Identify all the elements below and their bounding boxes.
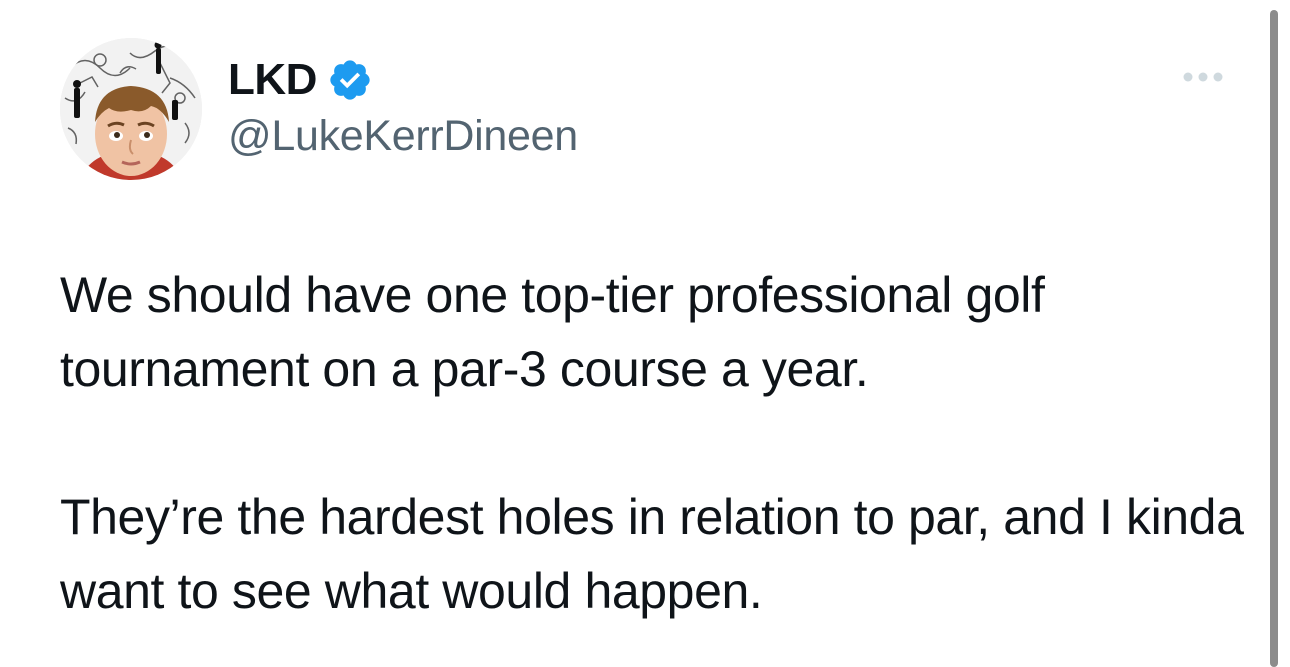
scrollbar[interactable] [1270,10,1278,667]
tweet-paragraph: They’re the hardest holes in relation to… [60,489,1244,619]
author-handle[interactable]: @LukeKerrDineen [228,112,578,161]
author-name-row: LKD [228,52,373,108]
tweet-text: We should have one top-tier professional… [60,258,1250,628]
avatar[interactable] [60,38,202,180]
avatar-photo [60,38,202,180]
more-options-icon[interactable] [1180,60,1226,94]
tweet-paragraph: We should have one top-tier professional… [60,267,1045,397]
tweet-card: LKD @LukeKerrDineen We should have one t… [0,0,1290,667]
display-name[interactable]: LKD [228,55,317,105]
verified-badge-icon[interactable] [327,57,373,103]
